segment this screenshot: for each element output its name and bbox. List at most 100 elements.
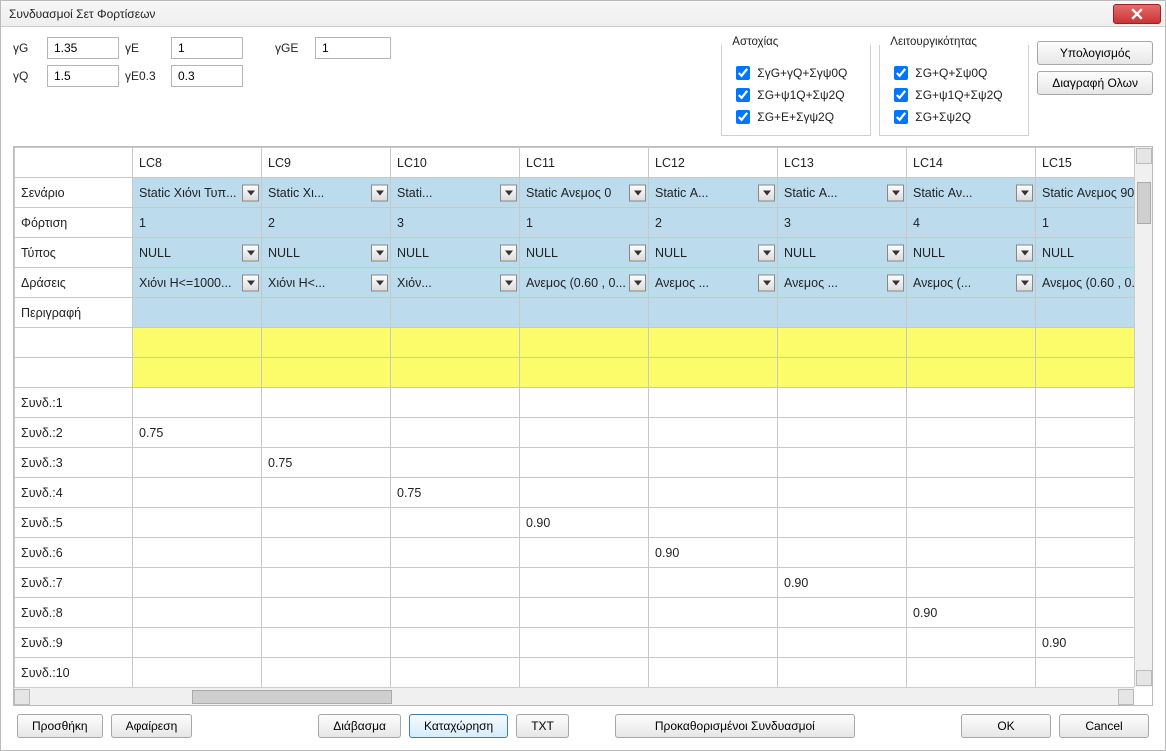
- txt-button[interactable]: TXT: [516, 714, 569, 738]
- delete-all-button[interactable]: Διαγραφή Ολων: [1037, 71, 1153, 95]
- chevron-down-icon[interactable]: [629, 184, 646, 201]
- loading-3[interactable]: 1: [520, 208, 649, 238]
- comb-2-0[interactable]: 0.75: [133, 418, 262, 448]
- comb-10-0[interactable]: [133, 658, 262, 688]
- chevron-down-icon[interactable]: [242, 244, 259, 261]
- chk-failure-1[interactable]: [736, 66, 750, 80]
- chevron-down-icon[interactable]: [500, 184, 517, 201]
- loading-7[interactable]: 1: [1036, 208, 1135, 238]
- scroll-left-icon[interactable]: [14, 689, 30, 705]
- actions-6[interactable]: Ανεμος (...: [907, 268, 1036, 298]
- comb-9-2[interactable]: [391, 628, 520, 658]
- comb-8-5[interactable]: [778, 598, 907, 628]
- yellow-1-5[interactable]: [778, 358, 907, 388]
- comb-2-7[interactable]: [1036, 418, 1135, 448]
- comb-3-6[interactable]: [907, 448, 1036, 478]
- chevron-down-icon[interactable]: [500, 274, 517, 291]
- comb-1-2[interactable]: [391, 388, 520, 418]
- comb-6-4[interactable]: 0.90: [649, 538, 778, 568]
- close-button[interactable]: [1113, 4, 1161, 24]
- actions-4[interactable]: Ανεμος ...: [649, 268, 778, 298]
- scenario-4[interactable]: Static Α...: [649, 178, 778, 208]
- comb-4-6[interactable]: [907, 478, 1036, 508]
- cancel-button[interactable]: Cancel: [1059, 714, 1149, 738]
- scenario-3[interactable]: Static Ανεμος 0: [520, 178, 649, 208]
- loading-5[interactable]: 3: [778, 208, 907, 238]
- register-button[interactable]: Καταχώρηση: [409, 714, 508, 738]
- scroll-right-icon[interactable]: [1118, 689, 1134, 705]
- chevron-down-icon[interactable]: [371, 244, 388, 261]
- remove-button[interactable]: Αφαίρεση: [111, 714, 193, 738]
- loading-1[interactable]: 2: [262, 208, 391, 238]
- comb-5-6[interactable]: [907, 508, 1036, 538]
- scenario-7[interactable]: Static Ανεμος 90: [1036, 178, 1135, 208]
- yellow-0-4[interactable]: [649, 328, 778, 358]
- chevron-down-icon[interactable]: [1016, 184, 1033, 201]
- comb-1-1[interactable]: [262, 388, 391, 418]
- comb-5-1[interactable]: [262, 508, 391, 538]
- chevron-down-icon[interactable]: [1016, 244, 1033, 261]
- comb-5-0[interactable]: [133, 508, 262, 538]
- yellow-0-3[interactable]: [520, 328, 649, 358]
- type-0[interactable]: NULL: [133, 238, 262, 268]
- chevron-down-icon[interactable]: [758, 274, 775, 291]
- col-LC9[interactable]: LC9: [262, 148, 391, 178]
- type-1[interactable]: NULL: [262, 238, 391, 268]
- comb-8-7[interactable]: [1036, 598, 1135, 628]
- yellow-1-0[interactable]: [133, 358, 262, 388]
- input-gGE[interactable]: [315, 37, 391, 59]
- comb-3-5[interactable]: [778, 448, 907, 478]
- comb-5-7[interactable]: [1036, 508, 1135, 538]
- comb-1-0[interactable]: [133, 388, 262, 418]
- yellow-1-4[interactable]: [649, 358, 778, 388]
- comb-3-3[interactable]: [520, 448, 649, 478]
- yellow-0-5[interactable]: [778, 328, 907, 358]
- comb-5-4[interactable]: [649, 508, 778, 538]
- yellow-0-6[interactable]: [907, 328, 1036, 358]
- loading-6[interactable]: 4: [907, 208, 1036, 238]
- comb-9-5[interactable]: [778, 628, 907, 658]
- scroll-thumb-h[interactable]: [192, 690, 392, 704]
- chevron-down-icon[interactable]: [629, 274, 646, 291]
- comb-9-3[interactable]: [520, 628, 649, 658]
- actions-1[interactable]: Χιόνι H<...: [262, 268, 391, 298]
- yellow-0-0[interactable]: [133, 328, 262, 358]
- comb-10-3[interactable]: [520, 658, 649, 688]
- comb-4-0[interactable]: [133, 478, 262, 508]
- col-LC11[interactable]: LC11: [520, 148, 649, 178]
- comb-2-4[interactable]: [649, 418, 778, 448]
- loading-2[interactable]: 3: [391, 208, 520, 238]
- comb-8-4[interactable]: [649, 598, 778, 628]
- comb-4-1[interactable]: [262, 478, 391, 508]
- comb-7-6[interactable]: [907, 568, 1036, 598]
- type-7[interactable]: NULL: [1036, 238, 1135, 268]
- horizontal-scrollbar[interactable]: [14, 687, 1134, 705]
- input-gE[interactable]: [171, 37, 243, 59]
- scroll-down-icon[interactable]: [1136, 670, 1152, 686]
- input-gE03[interactable]: [171, 65, 243, 87]
- yellow-0-7[interactable]: [1036, 328, 1135, 358]
- comb-8-1[interactable]: [262, 598, 391, 628]
- comb-3-2[interactable]: [391, 448, 520, 478]
- vertical-scrollbar[interactable]: [1134, 147, 1152, 687]
- comb-2-6[interactable]: [907, 418, 1036, 448]
- chk-service-3[interactable]: [894, 110, 908, 124]
- comb-1-7[interactable]: [1036, 388, 1135, 418]
- comb-1-6[interactable]: [907, 388, 1036, 418]
- type-5[interactable]: NULL: [778, 238, 907, 268]
- scenario-1[interactable]: Static Χι...: [262, 178, 391, 208]
- comb-10-4[interactable]: [649, 658, 778, 688]
- comb-1-5[interactable]: [778, 388, 907, 418]
- type-4[interactable]: NULL: [649, 238, 778, 268]
- desc-5[interactable]: [778, 298, 907, 328]
- comb-7-4[interactable]: [649, 568, 778, 598]
- comb-5-3[interactable]: 0.90: [520, 508, 649, 538]
- yellow-1-6[interactable]: [907, 358, 1036, 388]
- actions-5[interactable]: Ανεμος ...: [778, 268, 907, 298]
- comb-2-3[interactable]: [520, 418, 649, 448]
- comb-2-2[interactable]: [391, 418, 520, 448]
- comb-8-2[interactable]: [391, 598, 520, 628]
- chevron-down-icon[interactable]: [500, 244, 517, 261]
- yellow-1-2[interactable]: [391, 358, 520, 388]
- yellow-1-7[interactable]: [1036, 358, 1135, 388]
